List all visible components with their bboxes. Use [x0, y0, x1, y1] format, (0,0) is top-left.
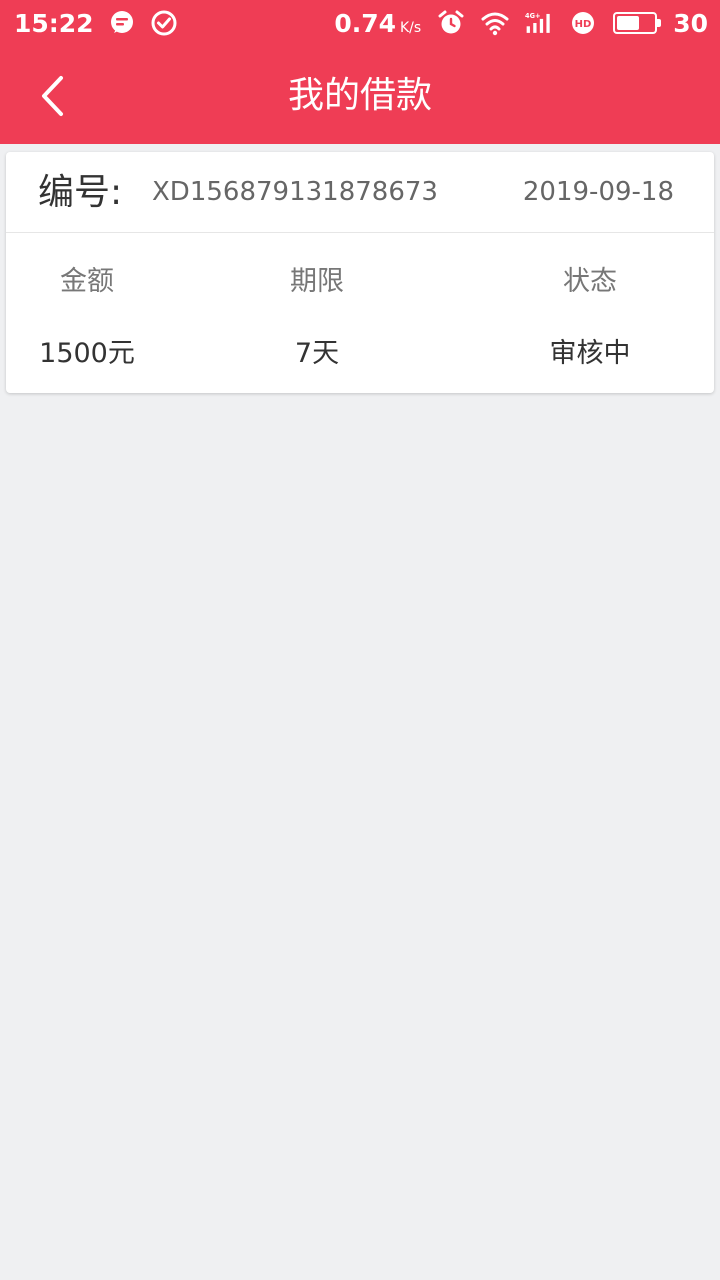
signal-icon: 4G+ — [525, 12, 550, 33]
check-circle-icon — [151, 10, 177, 36]
network-speed: 0.74 K/s — [334, 9, 421, 38]
app-header: 15:22 0.74 K/s 4G+ HD 30 我的借款 — [0, 0, 720, 144]
amount-value: 1500元 — [39, 338, 135, 369]
status-label: 状态 — [563, 266, 617, 297]
term-column: 期限 7天 — [217, 233, 417, 392]
battery-icon — [613, 12, 662, 34]
page-title: 我的借款 — [287, 75, 432, 116]
term-value: 7天 — [294, 338, 340, 369]
network-type: 4G+ — [525, 12, 541, 20]
speed-value: 0.74 — [334, 8, 396, 38]
svg-text:HD: HD — [575, 19, 592, 30]
speed-unit: K/s — [400, 19, 422, 36]
status-time: 15:22 — [14, 8, 94, 38]
loan-card-header: 编号: XD156879131878673 2019-09-18 — [6, 152, 714, 233]
loan-card[interactable]: 编号: XD156879131878673 2019-09-18 金额 1500… — [6, 152, 714, 393]
wifi-icon — [481, 12, 509, 36]
status-column: 状态 审核中 — [490, 233, 690, 392]
status-bar: 15:22 0.74 K/s 4G+ HD 30 — [0, 0, 720, 46]
status-left: 15:22 — [14, 9, 178, 38]
nav-bar: 我的借款 — [0, 48, 720, 144]
term-label: 期限 — [290, 266, 344, 297]
loan-date: 2019-09-18 — [522, 177, 674, 207]
amount-label: 金额 — [60, 266, 114, 297]
loan-number-label: 编号: — [38, 172, 123, 213]
alarm-icon — [438, 10, 464, 34]
status-value: 审核中 — [549, 338, 631, 369]
status-right: 0.74 K/s 4G+ HD 30 — [334, 9, 708, 38]
battery-level: 30 — [673, 8, 708, 38]
hd-icon: HD — [572, 12, 595, 34]
amount-column: 金额 1500元 — [0, 233, 187, 392]
loan-card-body: 金额 1500元 期限 7天 状态 审核中 — [6, 233, 714, 392]
battery-fill — [617, 16, 639, 30]
message-icon — [110, 11, 133, 33]
loan-number: XD156879131878673 — [152, 177, 438, 207]
